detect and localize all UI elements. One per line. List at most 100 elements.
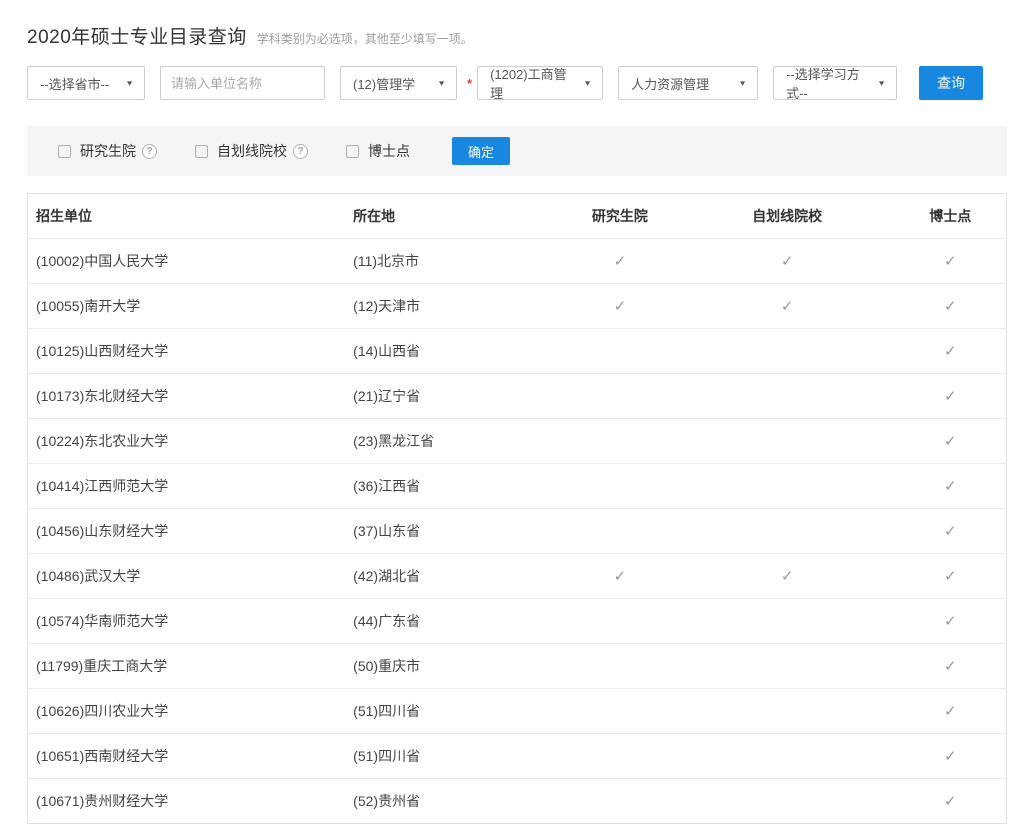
doctoral-checkbox[interactable] [346, 145, 359, 158]
province-select[interactable]: --选择省市-- ▼ [27, 66, 145, 100]
help-icon[interactable]: ? [293, 144, 308, 159]
table-row: (10224)东北农业大学(23)黑龙江省✓ [28, 419, 1007, 464]
grad-school-cell [560, 464, 680, 509]
table-row: (11799)重庆工商大学(50)重庆市✓ [28, 644, 1007, 689]
unit-cell: (10626)四川农业大学 [28, 689, 346, 734]
doctoral-cell: ✓ [895, 464, 1007, 509]
table-row: (10414)江西师范大学(36)江西省✓ [28, 464, 1007, 509]
location-cell: (37)山东省 [345, 509, 560, 554]
unit-name-input[interactable] [160, 66, 325, 100]
unit-cell: (10173)东北财经大学 [28, 374, 346, 419]
confirm-button[interactable]: 确定 [452, 137, 510, 165]
check-icon: ✓ [944, 568, 957, 585]
self-line-checkbox[interactable] [195, 145, 208, 158]
table-row: (10671)贵州财经大学(52)贵州省✓ [28, 779, 1007, 824]
grad-school-cell: ✓ [560, 284, 680, 329]
results-table-body: (10002)中国人民大学(11)北京市✓✓✓(10055)南开大学(12)天津… [28, 239, 1007, 824]
discipline-select[interactable]: (12)管理学 ▼ [340, 66, 457, 100]
grad-school-cell: ✓ [560, 239, 680, 284]
table-row: (10173)东北财经大学(21)辽宁省✓ [28, 374, 1007, 419]
table-row: (10456)山东财经大学(37)山东省 ✓ [28, 509, 1007, 554]
table-row: (10002)中国人民大学(11)北京市✓✓✓ [28, 239, 1007, 284]
self-line-label[interactable]: 自划线院校 [217, 141, 287, 161]
grad-school-checkbox[interactable] [58, 145, 71, 158]
grad-school-option: 研究生院 ? [58, 141, 157, 161]
major-select-value: 人力资源管理 [631, 74, 709, 93]
chevron-down-icon: ▼ [738, 79, 747, 87]
search-button[interactable]: 查询 [919, 66, 983, 100]
unit-cell: (10002)中国人民大学 [28, 239, 346, 284]
location-cell: (51)四川省 [345, 734, 560, 779]
self-line-cell [680, 779, 895, 824]
help-icon[interactable]: ? [142, 144, 157, 159]
check-icon: ✓ [944, 298, 957, 315]
check-icon: ✓ [944, 658, 957, 675]
header-doctoral: 博士点 [895, 194, 1007, 239]
self-line-cell [680, 644, 895, 689]
unit-cell: (10456)山东财经大学 [28, 509, 346, 554]
check-icon: ✓ [944, 613, 957, 630]
location-cell: (36)江西省 [345, 464, 560, 509]
doctoral-cell: ✓ [895, 779, 1007, 824]
chevron-down-icon: ▼ [583, 79, 592, 87]
self-line-cell [680, 329, 895, 374]
province-select-value: --选择省市-- [40, 74, 109, 93]
self-line-cell [680, 509, 895, 554]
doctoral-cell: ✓ [895, 644, 1007, 689]
check-icon: ✓ [944, 793, 957, 810]
check-icon: ✓ [944, 343, 957, 360]
unit-cell: (10055)南开大学 [28, 284, 346, 329]
discipline-select-value: (12)管理学 [353, 74, 415, 93]
grad-school-label[interactable]: 研究生院 [80, 141, 136, 161]
table-row: (10125)山西财经大学(14)山西省✓ [28, 329, 1007, 374]
location-cell: (11)北京市 [345, 239, 560, 284]
self-line-cell: ✓ [680, 239, 895, 284]
grad-school-cell [560, 689, 680, 734]
doctoral-label[interactable]: 博士点 [368, 141, 410, 161]
grad-school-cell: ✓ [560, 554, 680, 599]
check-icon: ✓ [944, 748, 957, 765]
chevron-down-icon: ▼ [437, 79, 446, 87]
doctoral-cell: ✓ [895, 239, 1007, 284]
unit-cell: (10486)武汉大学 [28, 554, 346, 599]
doctoral-option: 博士点 [346, 141, 410, 161]
location-cell: (50)重庆市 [345, 644, 560, 689]
location-cell: (12)天津市 [345, 284, 560, 329]
check-icon: ✓ [944, 478, 957, 495]
doctoral-cell: ✓ [895, 419, 1007, 464]
check-icon: ✓ [614, 298, 627, 315]
major-select[interactable]: 人力资源管理 ▼ [618, 66, 758, 100]
location-cell: (42)湖北省 [345, 554, 560, 599]
category-select[interactable]: (1202)工商管理 ▼ [477, 66, 603, 100]
doctoral-cell: ✓ [895, 554, 1007, 599]
location-cell: (52)贵州省 [345, 779, 560, 824]
header-grad-school: 研究生院 [560, 194, 680, 239]
doctoral-cell: ✓ [895, 734, 1007, 779]
table-header-row: 招生单位 所在地 研究生院 自划线院校 博士点 [28, 194, 1007, 239]
doctoral-cell: ✓ [895, 284, 1007, 329]
table-row: (10626)四川农业大学(51)四川省✓ [28, 689, 1007, 734]
check-icon: ✓ [944, 253, 957, 270]
check-icon: ✓ [944, 388, 957, 405]
page-header: 2020年硕士专业目录查询 学科类别为必选项，其他至少填写一项。 [27, 22, 1007, 49]
table-row: (10055)南开大学(12)天津市 ✓ ✓ ✓ [28, 284, 1007, 329]
doctoral-cell: ✓ [895, 329, 1007, 374]
page-container: 2020年硕士专业目录查询 学科类别为必选项，其他至少填写一项。 --选择省市-… [0, 0, 1031, 824]
study-mode-select[interactable]: --选择学习方式-- ▼ [773, 66, 897, 100]
unit-cell: (10224)东北农业大学 [28, 419, 346, 464]
page-subtitle: 学科类别为必选项，其他至少填写一项。 [257, 30, 473, 47]
table-row: (10651)西南财经大学(51)四川省✓ [28, 734, 1007, 779]
location-cell: (44)广东省 [345, 599, 560, 644]
check-icon: ✓ [781, 298, 794, 315]
check-icon: ✓ [781, 253, 794, 270]
self-line-cell [680, 689, 895, 734]
location-cell: (14)山西省 [345, 329, 560, 374]
self-line-option: 自划线院校 ? [195, 141, 308, 161]
header-self-line: 自划线院校 [680, 194, 895, 239]
location-cell: (51)四川省 [345, 689, 560, 734]
category-select-value: (1202)工商管理 [490, 64, 575, 102]
doctoral-cell: ✓ [895, 374, 1007, 419]
table-row: (10574)华南师范大学(44)广东省✓ [28, 599, 1007, 644]
doctoral-cell: ✓ [895, 509, 1007, 554]
header-unit: 招生单位 [28, 194, 346, 239]
